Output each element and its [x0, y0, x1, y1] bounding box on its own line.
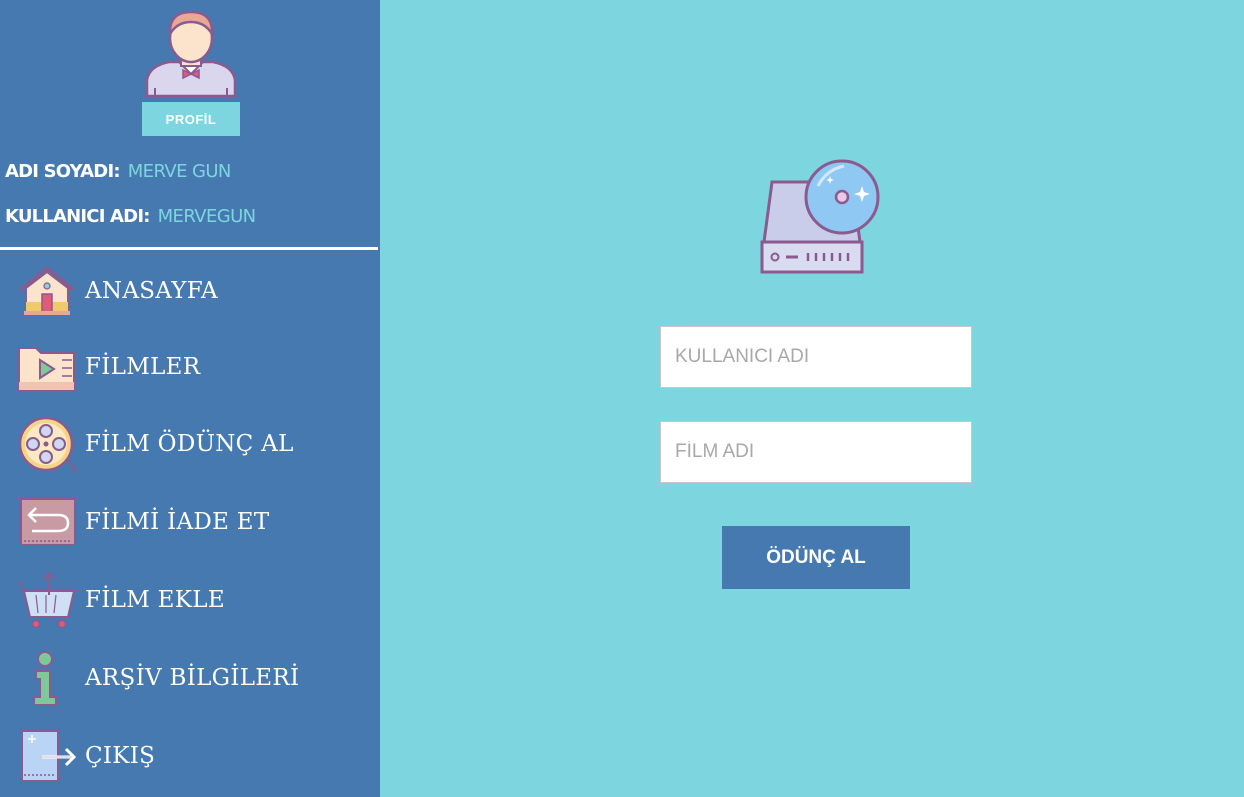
info-icon: [33, 651, 57, 706]
house-icon: [19, 266, 75, 315]
return-arrow-icon: [20, 498, 76, 546]
nav-item-logout[interactable]: ÇIKIŞ: [0, 721, 380, 791]
video-folder-icon: [18, 347, 75, 391]
nav-label-return: FİLMİ İADE ET: [85, 509, 270, 535]
username-value: MERVEGUN: [157, 206, 257, 227]
user-avatar-icon: [145, 10, 237, 98]
nav-label-borrow: FİLM ÖDÜNÇ AL: [85, 431, 294, 457]
nav-item-home[interactable]: ANASAYFA: [0, 256, 380, 326]
nav-item-add[interactable]: FİLM EKLE: [0, 565, 380, 635]
nav-label-add: FİLM EKLE: [85, 587, 225, 613]
nav-label-archive: ARŞİV BİLGİLERİ: [85, 665, 300, 691]
full-name-row: ADI SOYADI: MERVE GUN: [5, 161, 231, 182]
full-name-label: ADI SOYADI:: [5, 161, 121, 182]
username-label: KULLANICI ADI:: [5, 206, 150, 227]
username-row: KULLANICI ADI: MERVEGUN: [5, 206, 256, 227]
borrow-button[interactable]: ÖDÜNÇ AL: [722, 526, 910, 589]
sidebar: PROFİL ADI SOYADI: MERVE GUN KULLANICI AD…: [0, 0, 380, 797]
full-name-value: MERVE GUN: [127, 161, 232, 182]
nav-item-borrow[interactable]: FİLM ÖDÜNÇ AL: [0, 409, 380, 479]
sidebar-divider: [0, 247, 378, 250]
nav-item-archive[interactable]: ARŞİV BİLGİLERİ: [0, 643, 380, 713]
nav-label-home: ANASAYFA: [85, 278, 218, 304]
nav-item-return[interactable]: FİLMİ İADE ET: [0, 487, 380, 557]
film-reel-icon: [18, 416, 77, 473]
nav-label-logout: ÇIKIŞ: [85, 743, 156, 769]
nav-label-films: FİLMLER: [85, 354, 201, 380]
film-name-input[interactable]: [660, 421, 972, 483]
profile-button[interactable]: PROFİL: [142, 102, 240, 136]
nav-item-films[interactable]: FİLMLER: [0, 332, 380, 402]
exit-door-icon: [21, 730, 77, 782]
username-input[interactable]: [660, 326, 972, 388]
basket-add-icon: [17, 571, 76, 629]
disc-drive-icon: [760, 159, 880, 274]
